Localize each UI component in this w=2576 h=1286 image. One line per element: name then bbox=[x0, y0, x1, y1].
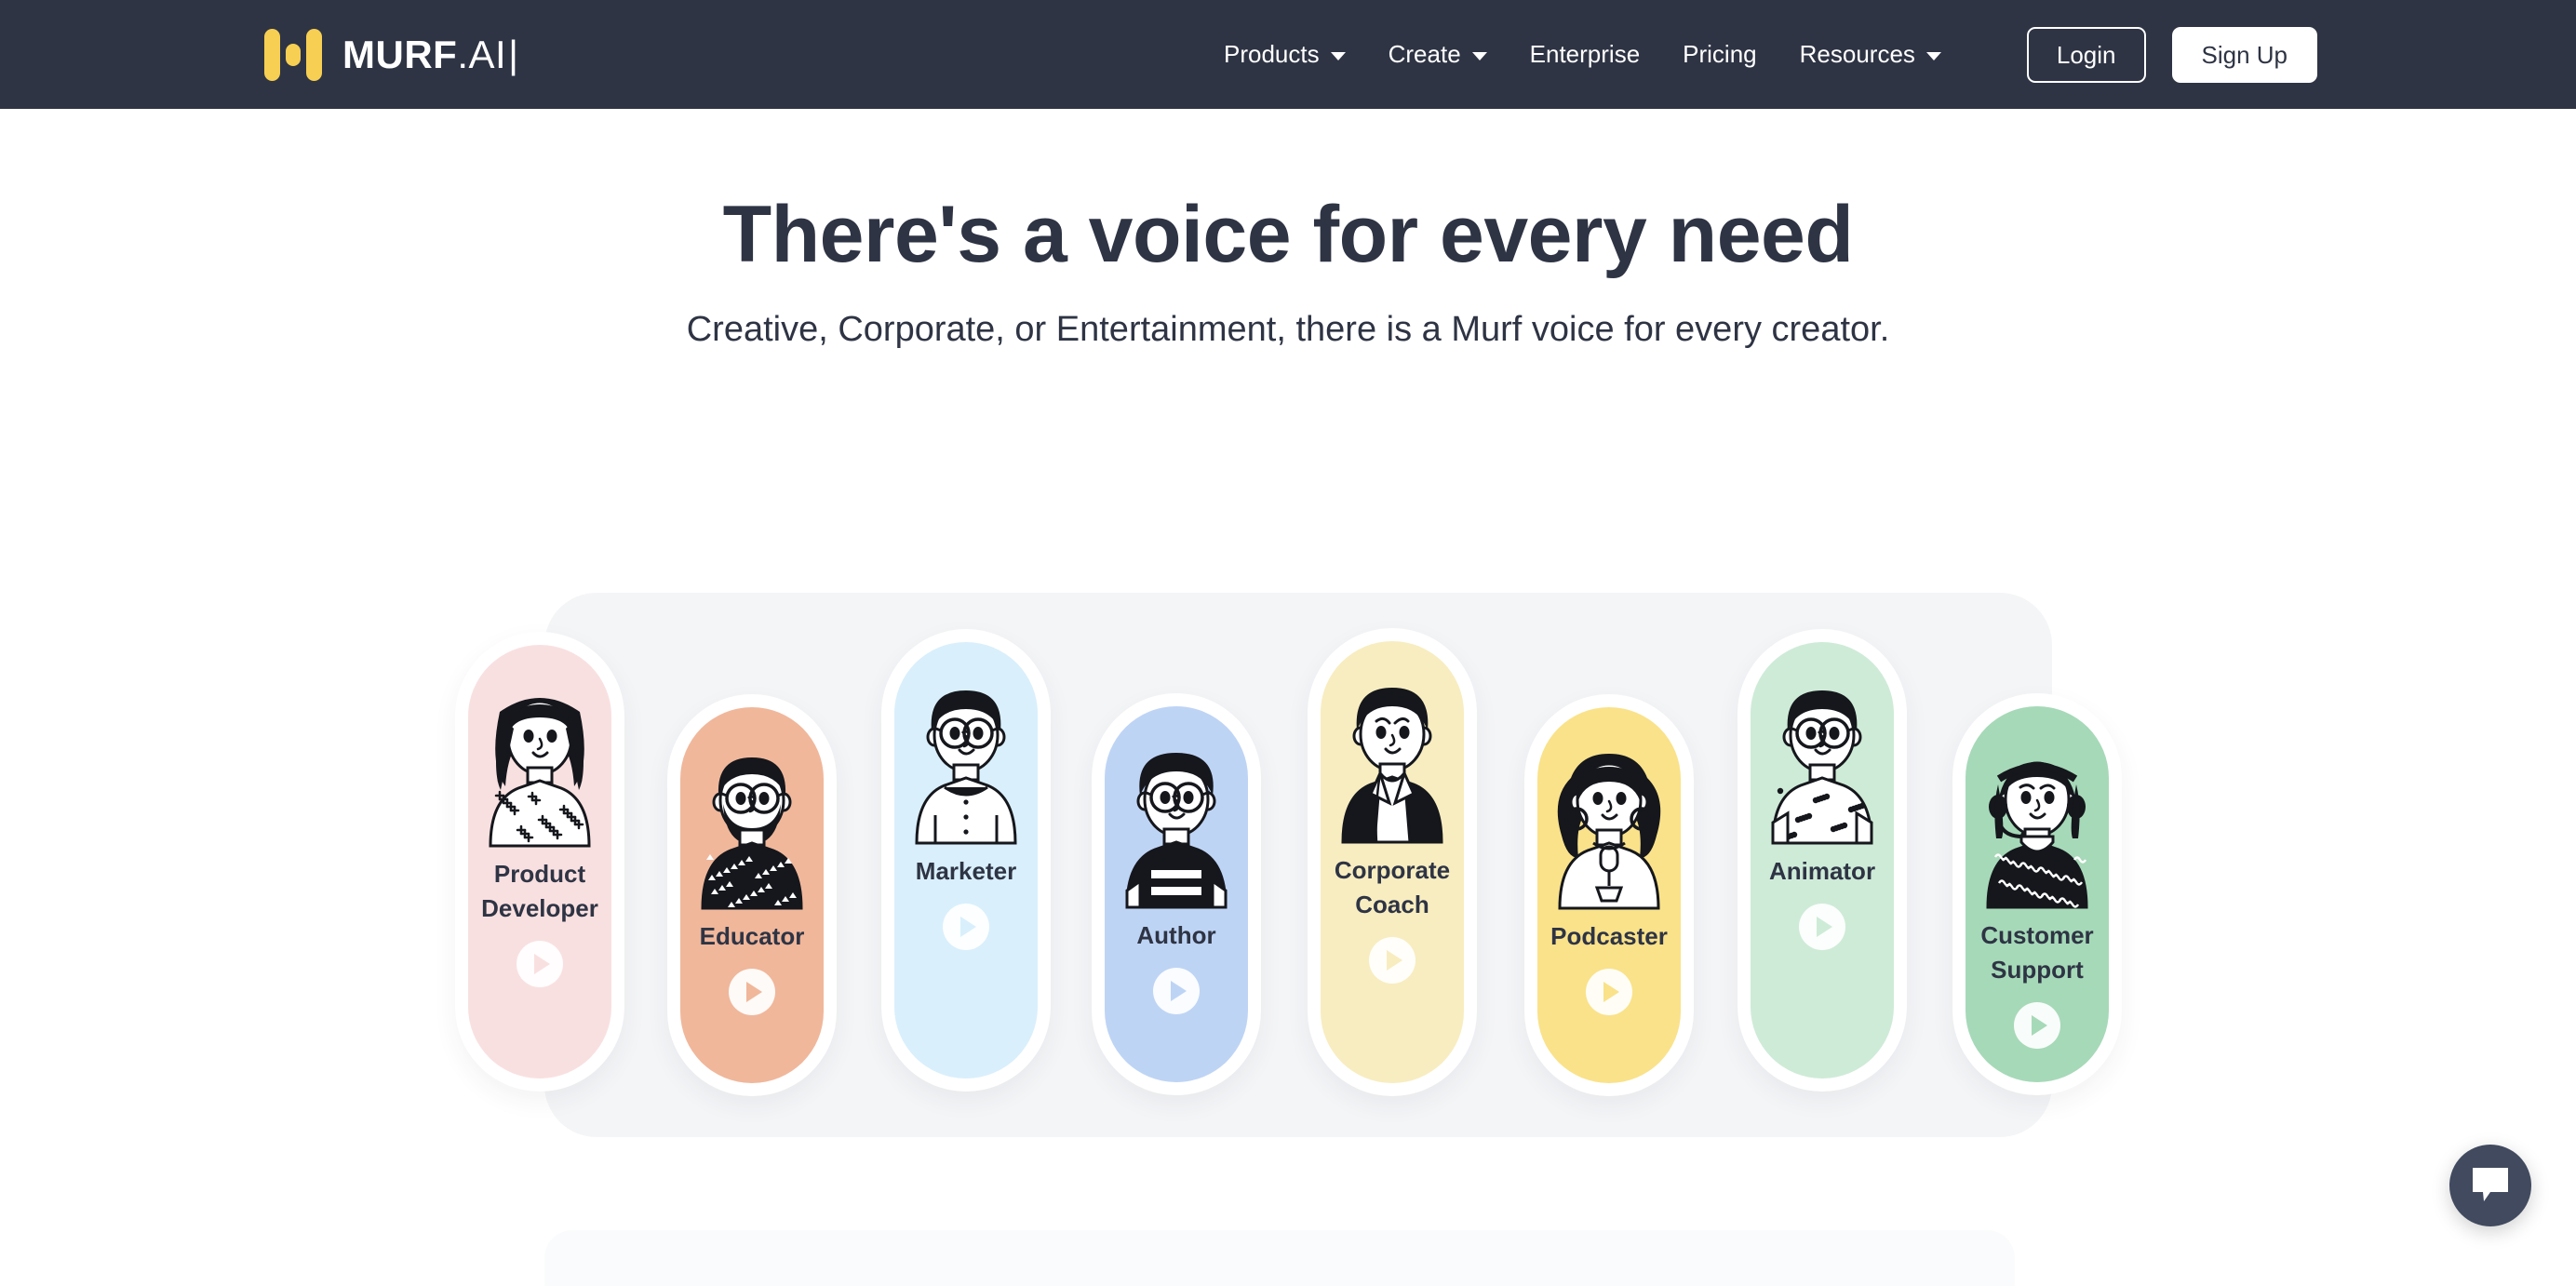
voice-card-label: Author bbox=[1136, 918, 1215, 953]
nav-item-label: Resources bbox=[1800, 40, 1915, 69]
page-subtitle: Creative, Corporate, or Entertainment, t… bbox=[0, 305, 2576, 355]
play-triangle bbox=[1817, 917, 1832, 937]
nav-item-label: Products bbox=[1224, 40, 1320, 69]
nav-actions: Login Sign Up bbox=[2027, 0, 2317, 109]
chat-bubble-icon bbox=[2470, 1166, 2511, 1205]
play-triangle bbox=[746, 982, 762, 1002]
play-triangle bbox=[960, 917, 976, 937]
voice-card-label: Customer Support bbox=[1966, 918, 2109, 987]
voice-card-surface: Animator bbox=[1751, 642, 1894, 1078]
play-triangle bbox=[1387, 950, 1402, 971]
brand-wordmark: MURF.AI| bbox=[342, 35, 519, 74]
woman-headset-avatar bbox=[1967, 742, 2107, 909]
nav-item-pricing[interactable]: Pricing bbox=[1661, 31, 1778, 78]
voice-card-surface: Podcaster bbox=[1537, 707, 1681, 1083]
play-icon[interactable] bbox=[1799, 904, 1845, 950]
nav-item-create[interactable]: Create bbox=[1367, 31, 1509, 78]
voice-card-surface: Educator bbox=[680, 707, 824, 1083]
voice-card-surface: Marketer bbox=[894, 642, 1038, 1078]
voice-card-label: Marketer bbox=[916, 854, 1016, 889]
woman-long-hair-star-top-avatar bbox=[470, 680, 610, 848]
play-triangle bbox=[534, 954, 550, 974]
man-glasses-white-shirt-avatar bbox=[896, 677, 1036, 845]
brand-name-strong: MURF bbox=[342, 35, 457, 74]
voice-card-surface: Corporate Coach bbox=[1321, 641, 1464, 1083]
voice-card-label: Animator bbox=[1769, 854, 1875, 889]
signup-button[interactable]: Sign Up bbox=[2172, 27, 2318, 83]
play-icon[interactable] bbox=[517, 941, 563, 987]
play-icon[interactable] bbox=[729, 969, 775, 1015]
voice-card[interactable]: Customer Support bbox=[1952, 693, 2122, 1095]
voice-card[interactable]: Author bbox=[1092, 693, 1261, 1095]
play-icon[interactable] bbox=[2014, 1002, 2060, 1049]
man-blazer-avatar bbox=[1322, 676, 1462, 844]
voice-card-label: Podcaster bbox=[1550, 919, 1668, 954]
nav-item-resources[interactable]: Resources bbox=[1778, 31, 1963, 78]
boy-glasses-dotted-tee-avatar bbox=[1752, 677, 1892, 845]
voice-card-label: Product Developer bbox=[468, 857, 611, 926]
voice-card-label: Educator bbox=[700, 919, 805, 954]
voice-card[interactable]: Podcaster bbox=[1524, 694, 1694, 1096]
page-title: There's a voice for every need bbox=[0, 191, 2576, 279]
hero-section: There's a voice for every need Creative,… bbox=[0, 109, 2576, 355]
voice-card[interactable]: Animator bbox=[1737, 629, 1907, 1092]
chat-widget-button[interactable] bbox=[2449, 1145, 2531, 1226]
voice-card[interactable]: Product Developer bbox=[455, 632, 624, 1092]
play-triangle bbox=[2032, 1015, 2047, 1036]
play-icon[interactable] bbox=[1369, 937, 1415, 984]
voice-card-surface: Customer Support bbox=[1966, 706, 2109, 1082]
voice-card-surface: Author bbox=[1105, 706, 1248, 1082]
woman-curly-hair-microphone-avatar bbox=[1539, 743, 1679, 910]
play-icon[interactable] bbox=[1153, 968, 1200, 1014]
nav-item-label: Pricing bbox=[1683, 40, 1756, 69]
login-button[interactable]: Login bbox=[2027, 27, 2146, 83]
primary-nav: Products Create Enterprise Pricing Resou… bbox=[1202, 0, 1963, 109]
man-glasses-striped-tee-avatar bbox=[1107, 742, 1246, 909]
play-triangle bbox=[1171, 981, 1187, 1001]
voice-card[interactable]: Marketer bbox=[881, 629, 1051, 1092]
brand-name-caret: | bbox=[508, 35, 518, 74]
murf-logo-icon bbox=[264, 29, 322, 81]
bearded-man-glasses-avatar bbox=[682, 743, 822, 910]
chevron-down-icon bbox=[1926, 52, 1941, 60]
chevron-down-icon bbox=[1331, 52, 1346, 60]
play-icon[interactable] bbox=[943, 904, 989, 950]
brand-name-light: .AI bbox=[457, 35, 506, 74]
voice-card-label: Corporate Coach bbox=[1321, 853, 1464, 922]
brand-logo[interactable]: MURF.AI| bbox=[264, 0, 519, 109]
play-triangle bbox=[1603, 982, 1619, 1002]
top-navbar: MURF.AI| Products Create Enterprise Pric… bbox=[0, 0, 2576, 109]
voice-card[interactable]: Corporate Coach bbox=[1308, 628, 1477, 1096]
nav-item-enterprise[interactable]: Enterprise bbox=[1509, 31, 1662, 78]
chevron-down-icon bbox=[1472, 52, 1487, 60]
voice-card-surface: Product Developer bbox=[468, 645, 611, 1078]
next-section-strip bbox=[544, 1230, 2015, 1286]
nav-item-label: Enterprise bbox=[1530, 40, 1641, 69]
voice-card[interactable]: Educator bbox=[667, 694, 837, 1096]
play-icon[interactable] bbox=[1586, 969, 1632, 1015]
nav-item-products[interactable]: Products bbox=[1202, 31, 1367, 78]
nav-item-label: Create bbox=[1389, 40, 1461, 69]
